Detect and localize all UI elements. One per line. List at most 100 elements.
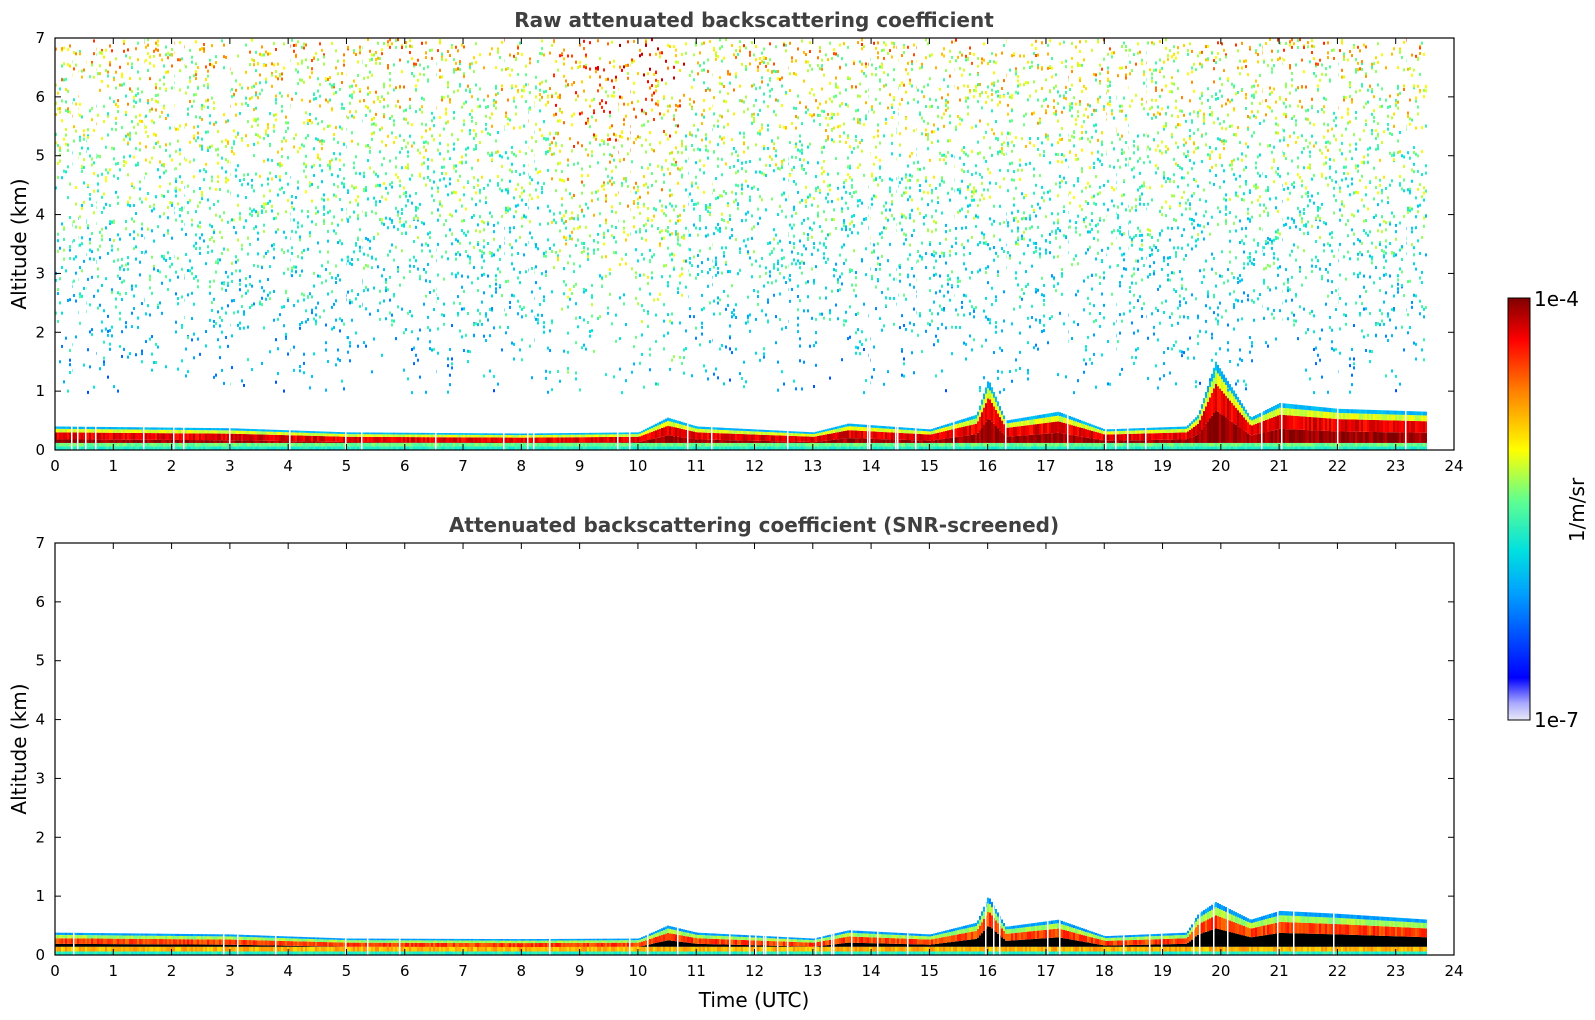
- noise-pixel: [93, 75, 95, 79]
- noise-pixel: [513, 267, 515, 271]
- heatmap-cell: [597, 434, 599, 438]
- noise-pixel: [467, 180, 469, 184]
- heatmap-cell: [271, 434, 273, 441]
- heatmap-cell: [167, 439, 169, 443]
- noise-pixel: [349, 200, 351, 204]
- heatmap-cell: [179, 442, 181, 447]
- heatmap-cell: [153, 439, 155, 443]
- noise-pixel: [125, 321, 127, 325]
- noise-pixel: [365, 211, 367, 215]
- heatmap-cell: [513, 433, 515, 436]
- noise-pixel: [63, 257, 65, 261]
- noise-pixel: [381, 353, 383, 357]
- noise-pixel: [391, 114, 393, 118]
- noise-pixel: [235, 260, 237, 264]
- noise-pixel: [523, 84, 525, 88]
- heatmap-cell: [471, 442, 473, 447]
- noise-pixel: [453, 190, 455, 194]
- noise-pixel: [387, 104, 389, 108]
- heatmap-cell: [567, 434, 569, 438]
- noise-pixel: [455, 191, 457, 195]
- heatmap-cell: [605, 434, 607, 438]
- noise-pixel: [259, 81, 261, 85]
- noise-pixel: [221, 330, 223, 334]
- noise-pixel: [211, 179, 213, 183]
- noise-pixel: [75, 255, 77, 259]
- noise-pixel: [267, 278, 269, 282]
- noise-pixel: [193, 356, 195, 360]
- noise-pixel: [615, 210, 617, 214]
- noise-pixel: [73, 239, 75, 243]
- noise-pixel: [469, 350, 471, 354]
- heatmap-cell: [391, 442, 393, 447]
- noise-pixel: [389, 217, 391, 221]
- heatmap-cell: [463, 442, 465, 443]
- heatmap-cell: [511, 433, 513, 436]
- noise-pixel: [109, 347, 111, 351]
- heatmap-cell: [517, 435, 519, 438]
- noise-pixel: [209, 58, 211, 62]
- heatmap-cell: [473, 434, 475, 438]
- noise-pixel: [365, 105, 367, 109]
- noise-pixel: [93, 39, 95, 43]
- noise-pixel: [517, 312, 519, 316]
- heatmap-cell: [567, 442, 569, 447]
- heatmap-cell: [107, 426, 109, 430]
- heatmap-cell: [567, 437, 569, 443]
- noise-pixel: [573, 193, 575, 197]
- heatmap-cell: [525, 435, 527, 438]
- noise-pixel: [81, 236, 83, 240]
- noise-pixel: [535, 188, 537, 192]
- noise-pixel: [621, 391, 623, 395]
- noise-pixel: [473, 214, 475, 218]
- heatmap-cell: [595, 442, 597, 443]
- heatmap-cell: [407, 432, 409, 435]
- noise-pixel: [369, 90, 371, 94]
- heatmap-cell: [523, 435, 525, 438]
- noise-pixel: [525, 152, 527, 156]
- noise-pixel: [393, 258, 395, 262]
- noise-pixel: [367, 264, 369, 268]
- noise-pixel: [567, 331, 569, 335]
- noise-pixel: [561, 307, 563, 311]
- noise-pixel: [315, 322, 317, 326]
- noise-pixel: [379, 301, 381, 305]
- noise-pixel: [523, 171, 525, 175]
- heatmap-cell: [399, 442, 401, 443]
- heatmap-cell: [625, 436, 627, 443]
- noise-pixel: [565, 219, 567, 223]
- noise-pixel: [461, 285, 463, 289]
- heatmap-cell: [349, 442, 351, 443]
- heatmap-cell: [577, 442, 579, 447]
- heatmap-cell: [253, 434, 255, 441]
- noise-pixel: [497, 50, 499, 54]
- heatmap-cell: [395, 432, 397, 435]
- noise-pixel: [203, 47, 205, 51]
- heatmap-cell: [557, 442, 559, 447]
- heatmap-cell: [457, 437, 459, 443]
- noise-pixel: [429, 178, 431, 182]
- heatmap-cell: [459, 437, 461, 443]
- noise-pixel: [67, 107, 69, 111]
- heatmap-cell: [539, 435, 541, 438]
- heatmap-cell: [141, 432, 143, 440]
- noise-pixel: [589, 329, 591, 333]
- noise-pixel: [387, 226, 389, 230]
- heatmap-cell: [599, 442, 601, 447]
- noise-pixel: [239, 327, 241, 331]
- noise-pixel: [325, 77, 327, 81]
- heatmap-cell: [205, 430, 207, 434]
- noise-pixel: [475, 322, 477, 326]
- heatmap-cell: [553, 434, 555, 438]
- heatmap-cell: [97, 429, 99, 433]
- noise-pixel: [541, 46, 543, 50]
- noise-pixel: [413, 362, 415, 366]
- noise-pixel: [65, 336, 67, 340]
- noise-pixel: [115, 305, 117, 309]
- heatmap-cell: [325, 436, 327, 442]
- noise-pixel: [403, 192, 405, 196]
- heatmap-cell: [577, 434, 579, 438]
- heatmap-cell: [267, 440, 269, 443]
- noise-pixel: [413, 346, 415, 350]
- noise-pixel: [411, 314, 413, 318]
